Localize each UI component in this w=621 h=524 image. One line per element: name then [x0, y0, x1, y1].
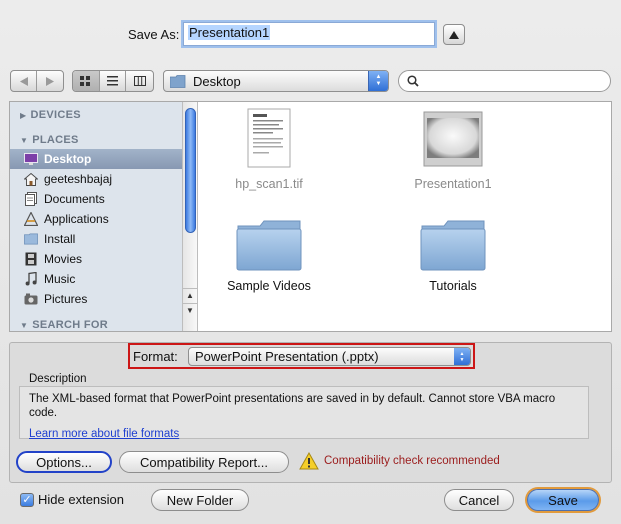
sidebar-scrollbar[interactable]: ▲ ▼ — [182, 102, 198, 331]
save-label: Save — [548, 492, 578, 508]
sidebar-section-search-for[interactable]: ▼ SEARCH FOR — [10, 316, 182, 331]
sidebar-section-devices[interactable]: ▶ DEVICES — [10, 106, 182, 124]
filename-value: Presentation1 — [188, 25, 271, 40]
cancel-label: Cancel — [458, 492, 500, 508]
learn-more-link[interactable]: Learn more about file formats — [29, 427, 579, 441]
new-folder-button[interactable]: New Folder — [151, 489, 249, 511]
format-label: Format: — [133, 349, 178, 364]
icon-view-button[interactable] — [73, 71, 100, 91]
folder-icon — [170, 74, 186, 88]
column-view-icon — [133, 76, 146, 86]
file-item-hp-scan[interactable]: hp_scan1.tif — [199, 108, 339, 191]
disclosure-down-icon: ▼ — [20, 135, 29, 145]
back-arrow-icon — [19, 76, 28, 86]
hide-extension-checkbox[interactable]: ✓ Hide extension — [20, 492, 124, 507]
back-forward-control — [10, 70, 64, 92]
hide-extension-label: Hide extension — [38, 492, 124, 507]
format-value: PowerPoint Presentation (.pptx) — [195, 349, 379, 364]
back-button[interactable] — [11, 71, 38, 91]
pictures-icon — [24, 292, 38, 306]
movies-icon — [24, 252, 38, 266]
folder-icon — [24, 232, 38, 246]
desktop-icon — [24, 152, 38, 166]
description-text: The XML-based format that PowerPoint pre… — [29, 393, 556, 419]
scroll-down-arrow-icon[interactable]: ▼ — [183, 303, 197, 317]
chevron-up-icon — [449, 30, 459, 39]
save-dialog: Save As: Presentation1 Desktop ▲ ▼ ▶ DEV… — [0, 0, 621, 524]
presentation-thumbnail-icon — [423, 111, 483, 167]
description-title: Description — [29, 373, 87, 385]
description-box: The XML-based format that PowerPoint pre… — [19, 386, 589, 441]
search-input[interactable] — [398, 70, 611, 92]
compatibility-report-label: Compatibility Report... — [140, 454, 268, 470]
file-name: hp_scan1.tif — [235, 177, 303, 191]
new-folder-label: New Folder — [166, 492, 234, 508]
scrollbar-thumb[interactable] — [185, 108, 196, 233]
sidebar-header-label: PLACES — [32, 134, 79, 146]
popup-arrows-icon: ▲ ▼ — [368, 71, 388, 91]
icon-view-icon — [80, 75, 91, 86]
cancel-button[interactable]: Cancel — [444, 489, 514, 511]
options-button[interactable]: Options... — [16, 451, 112, 473]
expand-dialog-button[interactable] — [443, 24, 465, 45]
view-mode-control — [72, 70, 154, 92]
folder-icon — [420, 220, 486, 271]
disclosure-right-icon: ▶ — [20, 110, 27, 120]
checkmark-icon: ✓ — [20, 492, 34, 507]
applications-icon — [24, 212, 38, 226]
sidebar-item-movies[interactable]: Movies — [10, 249, 182, 269]
sidebar-item-applications[interactable]: Applications — [10, 209, 182, 229]
file-grid: hp_scan1.tif Presentation1 Sample Videos… — [199, 102, 611, 331]
save-button[interactable]: Save — [527, 489, 599, 511]
sidebar-item-home[interactable]: geeteshbajaj — [10, 169, 182, 189]
file-browser: ▶ DEVICES ▼ PLACES Desktop geeteshbajaj — [9, 101, 612, 332]
sidebar-item-install[interactable]: Install — [10, 229, 182, 249]
home-icon — [24, 172, 38, 186]
forward-arrow-icon — [46, 76, 54, 86]
sidebar-item-label: Applications — [44, 212, 109, 226]
document-thumbnail-icon — [247, 108, 291, 168]
file-name: Tutorials — [429, 279, 477, 293]
sidebar-header-label: DEVICES — [30, 109, 81, 121]
warning-icon — [299, 452, 319, 470]
location-label: Desktop — [193, 73, 241, 89]
sidebar-item-label: Desktop — [44, 152, 92, 166]
folder-item-sample-videos[interactable]: Sample Videos — [199, 220, 339, 293]
list-view-icon — [107, 76, 118, 86]
file-name: Presentation1 — [414, 177, 492, 191]
scroll-up-arrow-icon[interactable]: ▲ — [183, 288, 197, 302]
save-as-label: Save As: — [128, 27, 180, 42]
sidebar-item-label: Install — [44, 232, 76, 246]
sidebar-item-label: Pictures — [44, 292, 88, 306]
sidebar-item-label: geeteshbajaj — [44, 172, 113, 186]
sidebar: ▶ DEVICES ▼ PLACES Desktop geeteshbajaj — [10, 102, 182, 331]
location-popup[interactable]: Desktop ▲ ▼ — [163, 70, 389, 92]
documents-icon — [24, 192, 38, 206]
compatibility-report-button[interactable]: Compatibility Report... — [119, 451, 289, 473]
music-icon — [24, 272, 38, 286]
sidebar-item-desktop[interactable]: Desktop — [10, 149, 182, 169]
format-popup[interactable]: PowerPoint Presentation (.pptx) ▲ ▼ — [188, 347, 471, 366]
folder-icon — [236, 220, 302, 271]
compatibility-warning: Compatibility check recommended — [324, 455, 500, 467]
sidebar-header-label: SEARCH FOR — [32, 319, 108, 331]
file-name: Sample Videos — [227, 279, 311, 293]
column-view-button[interactable] — [126, 71, 153, 91]
sidebar-item-label: Movies — [44, 252, 83, 266]
sidebar-item-documents[interactable]: Documents — [10, 189, 182, 209]
disclosure-down-icon: ▼ — [20, 320, 29, 330]
sidebar-item-label: Music — [44, 272, 76, 286]
sidebar-item-music[interactable]: Music — [10, 269, 182, 289]
sidebar-item-label: Documents — [44, 192, 105, 206]
filename-input[interactable]: Presentation1 — [183, 22, 435, 46]
sidebar-item-pictures[interactable]: Pictures — [10, 289, 182, 309]
forward-button[interactable] — [37, 71, 63, 91]
search-icon — [407, 75, 419, 87]
sidebar-section-places[interactable]: ▼ PLACES — [10, 131, 182, 149]
list-view-button[interactable] — [100, 71, 127, 91]
options-button-label: Options... — [36, 454, 92, 470]
folder-item-tutorials[interactable]: Tutorials — [383, 220, 523, 293]
file-item-presentation1[interactable]: Presentation1 — [383, 108, 523, 191]
popup-arrows-icon: ▲ ▼ — [454, 348, 470, 365]
